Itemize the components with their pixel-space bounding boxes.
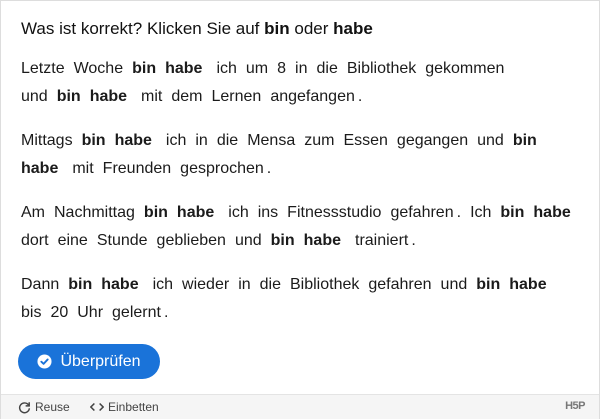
word: Freunden: [102, 160, 172, 177]
word: .: [411, 232, 416, 249]
word: die: [259, 276, 281, 293]
question-option-bin: bin: [264, 19, 290, 38]
word: Lernen: [211, 88, 262, 105]
word: .: [456, 204, 462, 221]
option-habe[interactable]: habe: [165, 55, 202, 83]
task-question: Was ist korrekt? Klicken Sie auf bin ode…: [21, 17, 591, 41]
word: gelernt: [112, 304, 161, 321]
footer-bar: Reuse Einbetten H5P: [1, 394, 599, 419]
word: Ich: [470, 204, 492, 221]
check-button[interactable]: Überprüfen: [18, 344, 160, 379]
word: angefangen: [270, 88, 355, 105]
word: und: [234, 232, 262, 249]
word: geblieben: [156, 232, 226, 249]
paragraph-3: Am Nachmittag bin habe ich ins Fitnessstudio ge…: [21, 199, 581, 255]
option-bin[interactable]: bin: [271, 227, 295, 255]
word: Letzte: [21, 60, 65, 77]
option-habe[interactable]: habe: [21, 155, 58, 183]
reuse-button[interactable]: Reuse: [18, 400, 70, 414]
word: eine: [57, 232, 88, 249]
word: dem: [171, 88, 203, 105]
word: Uhr: [77, 304, 104, 321]
word: Nachmittag: [54, 204, 135, 221]
embed-label: Einbetten: [108, 400, 159, 414]
option-bin[interactable]: bin: [513, 127, 537, 155]
word: ich: [165, 132, 187, 149]
option-habe[interactable]: habe: [304, 227, 341, 255]
word: Essen: [343, 132, 388, 149]
word: und: [477, 132, 504, 149]
h5p-mark-words-container: Was ist korrekt? Klicken Sie auf bin ode…: [0, 0, 600, 419]
option-habe[interactable]: habe: [101, 271, 138, 299]
paragraph-1: Letzte Woche bin habe ich um 8 in die Bibliothek g…: [21, 55, 581, 111]
option-habe[interactable]: habe: [509, 271, 546, 299]
option-bin[interactable]: bin: [500, 199, 524, 227]
code-icon: [90, 402, 104, 412]
word: .: [163, 304, 169, 321]
word: gekommen: [425, 60, 505, 77]
word: in: [295, 60, 308, 77]
question-conjunction: oder: [294, 19, 329, 38]
word: wieder: [182, 276, 230, 293]
word: und: [440, 276, 468, 293]
word: gesprochen: [180, 160, 264, 177]
word: Stunde: [96, 232, 148, 249]
question-option-habe: habe: [333, 19, 373, 38]
word: 8: [277, 60, 287, 77]
word: gefahren: [368, 276, 432, 293]
check-circle-icon: [37, 354, 52, 369]
option-habe[interactable]: habe: [177, 199, 214, 227]
option-habe[interactable]: habe: [90, 83, 127, 111]
check-button-label: Überprüfen: [60, 352, 141, 370]
word: .: [266, 160, 272, 177]
word: trainiert: [355, 232, 409, 249]
reuse-label: Reuse: [35, 400, 70, 414]
word: die: [216, 132, 239, 149]
word: gegangen: [396, 132, 469, 149]
paragraph-4: Dann bin habe ich wieder in die Bibliothek gefah…: [21, 271, 581, 327]
word: Mensa: [247, 132, 296, 149]
word: Fitnessstudio: [287, 204, 382, 221]
word: ich: [152, 276, 174, 293]
word: Bibliothek: [290, 276, 360, 293]
question-text: Was ist korrekt? Klicken Sie auf: [21, 19, 260, 38]
option-habe[interactable]: habe: [533, 199, 570, 227]
word: um: [245, 60, 269, 77]
option-bin[interactable]: bin: [57, 83, 81, 111]
h5p-logo: H5P: [565, 400, 585, 412]
word: ins: [257, 204, 279, 221]
option-bin[interactable]: bin: [476, 271, 500, 299]
word: Bibliothek: [346, 60, 417, 77]
word: Woche: [73, 60, 124, 77]
paragraph-2: Mittags bin habe ich in die Mensa zum Essen gegan…: [21, 127, 581, 183]
word: Dann: [21, 276, 60, 293]
word: bis: [21, 304, 42, 321]
word: dort: [21, 232, 49, 249]
word: in: [195, 132, 208, 149]
option-bin[interactable]: bin: [144, 199, 168, 227]
option-habe[interactable]: habe: [115, 127, 152, 155]
word: in: [238, 276, 251, 293]
word: Am: [21, 204, 45, 221]
embed-button[interactable]: Einbetten: [90, 400, 159, 414]
option-bin[interactable]: bin: [68, 271, 92, 299]
word: 20: [50, 304, 69, 321]
word: .: [357, 88, 363, 105]
option-bin[interactable]: bin: [82, 127, 106, 155]
reuse-icon: [18, 401, 31, 413]
word: ich: [216, 60, 237, 77]
word: und: [21, 88, 48, 105]
word: zum: [304, 132, 335, 149]
word: ich: [228, 204, 249, 221]
option-bin[interactable]: bin: [132, 55, 156, 83]
word: die: [316, 60, 338, 77]
word: Mittags: [21, 132, 73, 149]
word: gefahren: [390, 204, 454, 221]
word: mit: [72, 160, 94, 177]
word: mit: [141, 88, 163, 105]
